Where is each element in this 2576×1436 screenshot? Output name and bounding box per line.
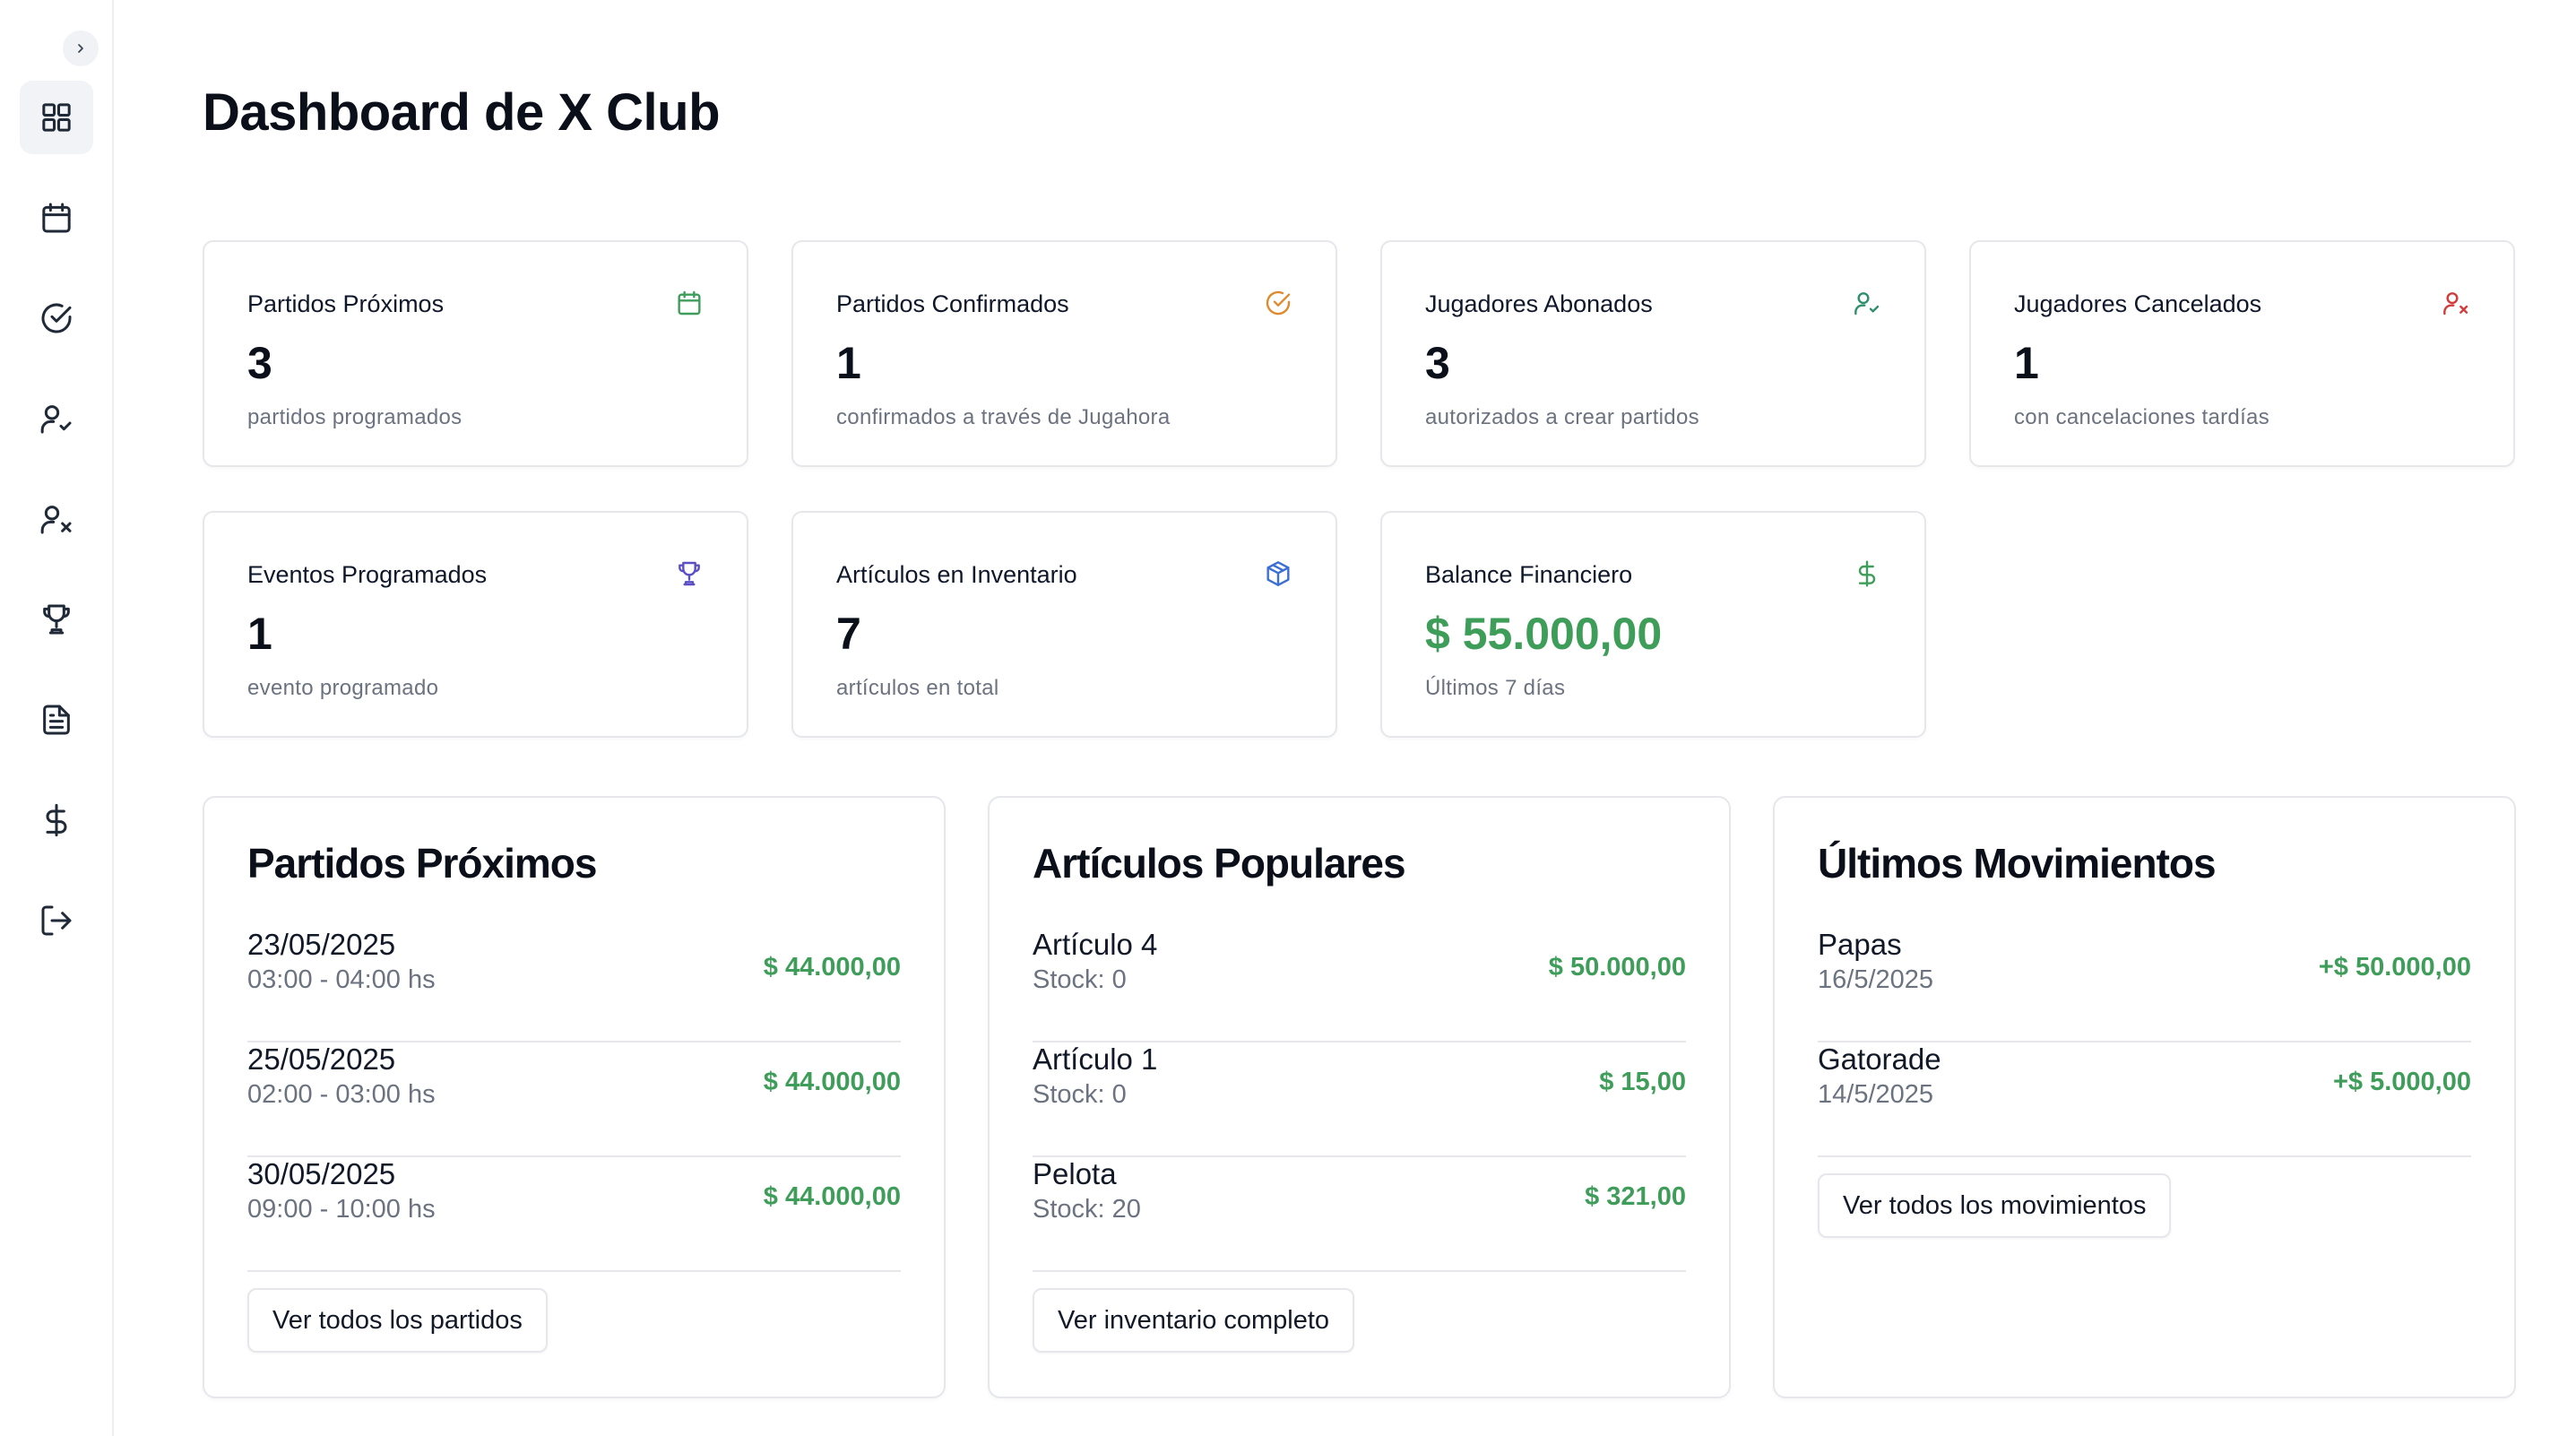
stat-card-confirmed-matches: Partidos Confirmados 1 confirmados a tra… — [791, 240, 1337, 467]
match-time: 03:00 - 04:00 hs — [247, 965, 436, 994]
list-item[interactable]: Pelota Stock: 20 $ 321,00 — [1033, 1157, 1686, 1272]
stat-title: Partidos Confirmados — [836, 290, 1069, 317]
sidebar-item-confirmed[interactable] — [20, 281, 93, 355]
view-all-movements-button[interactable]: Ver todos los movimientos — [1818, 1173, 2172, 1238]
chevron-right-icon — [78, 44, 83, 53]
upcoming-matches-card: Partidos Próximos 23/05/2025 03:00 - 04:… — [203, 796, 946, 1398]
file-text-icon — [43, 705, 70, 735]
match-date: 23/05/2025 — [247, 928, 396, 961]
list-item[interactable]: Gatorade 14/5/2025 +$ 5.000,00 — [1818, 1042, 2471, 1157]
latest-movements-card: Últimos Movimientos Papas 16/5/2025 +$ 5… — [1773, 796, 2516, 1398]
movement-name: Papas — [1818, 928, 1902, 961]
item-price: $ 50.000,00 — [1548, 953, 1686, 982]
stat-title: Jugadores Abonados — [1425, 290, 1653, 317]
sidebar-item-logout[interactable] — [20, 884, 93, 957]
page-title: Dashboard de X Club — [203, 83, 721, 142]
sidebar-item-players-cancelled[interactable] — [20, 482, 93, 556]
stat-subtitle: Últimos 7 días — [1425, 676, 1566, 700]
match-price: $ 44.000,00 — [763, 1182, 901, 1211]
item-name: Artículo 1 — [1033, 1042, 1158, 1076]
stat-value: 7 — [836, 609, 861, 659]
stat-title: Eventos Programados — [247, 561, 488, 588]
logout-icon — [41, 905, 72, 936]
sidebar-item-events[interactable] — [20, 583, 93, 656]
calendar-icon — [675, 289, 704, 317]
stat-card-financial-balance: Balance Financiero $ 55.000,00 Últimos 7… — [1380, 511, 1926, 738]
match-price: $ 44.000,00 — [763, 953, 901, 982]
sidebar-item-finances[interactable] — [20, 783, 93, 857]
stat-card-upcoming-matches: Partidos Próximos 3 partidos programados — [203, 240, 748, 467]
sidebar-item-reports[interactable] — [20, 683, 93, 757]
movement-amount: +$ 5.000,00 — [2332, 1068, 2471, 1096]
sidebar — [0, 0, 114, 1436]
item-price: $ 15,00 — [1599, 1068, 1686, 1096]
match-time: 09:00 - 10:00 hs — [247, 1195, 436, 1224]
stat-value: 3 — [247, 338, 272, 388]
list-item[interactable]: Papas 16/5/2025 +$ 50.000,00 — [1818, 928, 2471, 1042]
match-time: 02:00 - 03:00 hs — [247, 1080, 436, 1109]
view-all-matches-button[interactable]: Ver todos los partidos — [247, 1288, 548, 1353]
calendar-icon — [42, 203, 71, 233]
card-title: Partidos Próximos — [247, 840, 597, 887]
match-price: $ 44.000,00 — [763, 1068, 901, 1096]
stat-subtitle: evento programado — [247, 676, 439, 700]
list-item[interactable]: Artículo 1 Stock: 0 $ 15,00 — [1033, 1042, 1686, 1157]
list-item[interactable]: 25/05/2025 02:00 - 03:00 hs $ 44.000,00 — [247, 1042, 901, 1157]
stat-value: 1 — [247, 609, 272, 659]
user-check-icon — [1853, 289, 1881, 317]
item-name: Pelota — [1033, 1157, 1117, 1190]
check-circle-icon — [41, 303, 72, 333]
stat-subtitle: con cancelaciones tardías — [2014, 405, 2269, 429]
sidebar-item-players-subscribed[interactable] — [20, 382, 93, 455]
match-date: 25/05/2025 — [247, 1042, 396, 1076]
stat-title: Balance Financiero — [1425, 561, 1633, 588]
item-price: $ 321,00 — [1585, 1182, 1686, 1211]
popular-items-card: Artículos Populares Artículo 4 Stock: 0 … — [988, 796, 1731, 1398]
stat-value: 3 — [1425, 338, 1450, 388]
list-item[interactable]: 30/05/2025 09:00 - 10:00 hs $ 44.000,00 — [247, 1157, 901, 1272]
movement-date: 16/5/2025 — [1818, 965, 1934, 994]
stat-value: $ 55.000,00 — [1425, 609, 1663, 659]
sidebar-item-calendar[interactable] — [20, 181, 93, 255]
user-x-icon — [40, 506, 72, 534]
stat-title: Artículos en Inventario — [836, 561, 1077, 588]
list-item[interactable]: Artículo 4 Stock: 0 $ 50.000,00 — [1033, 928, 1686, 1042]
expand-sidebar-button[interactable] — [63, 30, 99, 66]
stat-subtitle: autorizados a crear partidos — [1425, 405, 1699, 429]
stat-value: 1 — [836, 338, 861, 388]
movement-amount: +$ 50.000,00 — [2318, 953, 2471, 982]
list-item[interactable]: 23/05/2025 03:00 - 04:00 hs $ 44.000,00 — [247, 928, 901, 1042]
stat-value: 1 — [2014, 338, 2039, 388]
movement-date: 14/5/2025 — [1818, 1080, 1934, 1109]
stat-subtitle: confirmados a través de Jugahora — [836, 405, 1171, 429]
stat-title: Jugadores Cancelados — [2014, 290, 2262, 317]
stat-card-subscribed-players: Jugadores Abonados 3 autorizados a crear… — [1380, 240, 1926, 467]
dollar-icon — [1853, 559, 1881, 588]
package-icon — [1264, 559, 1292, 588]
user-check-icon — [40, 405, 72, 434]
check-circle-icon — [1264, 289, 1292, 317]
stat-title: Partidos Próximos — [247, 290, 445, 317]
card-title: Últimos Movimientos — [1818, 840, 2217, 887]
dollar-icon — [46, 803, 67, 837]
stat-card-scheduled-events: Eventos Programados 1 evento programado — [203, 511, 748, 738]
trophy-icon — [43, 604, 70, 635]
item-stock: Stock: 0 — [1033, 1080, 1127, 1109]
item-name: Artículo 4 — [1033, 928, 1158, 961]
stat-subtitle: partidos programados — [247, 405, 462, 429]
item-stock: Stock: 20 — [1033, 1195, 1141, 1224]
stat-card-cancelled-players: Jugadores Cancelados 1 con cancelaciones… — [1969, 240, 2515, 467]
user-x-icon — [2442, 289, 2470, 317]
stat-subtitle: artículos en total — [836, 676, 999, 700]
item-stock: Stock: 0 — [1033, 965, 1127, 994]
view-full-inventory-button[interactable]: Ver inventario completo — [1033, 1288, 1355, 1353]
card-title: Artículos Populares — [1033, 840, 1406, 887]
movement-name: Gatorade — [1818, 1042, 1941, 1076]
match-date: 30/05/2025 — [247, 1157, 396, 1190]
trophy-icon — [675, 559, 704, 588]
grid-icon — [42, 103, 71, 132]
sidebar-item-dashboard[interactable] — [20, 81, 93, 154]
stat-card-inventory-items: Artículos en Inventario 7 artículos en t… — [791, 511, 1337, 738]
